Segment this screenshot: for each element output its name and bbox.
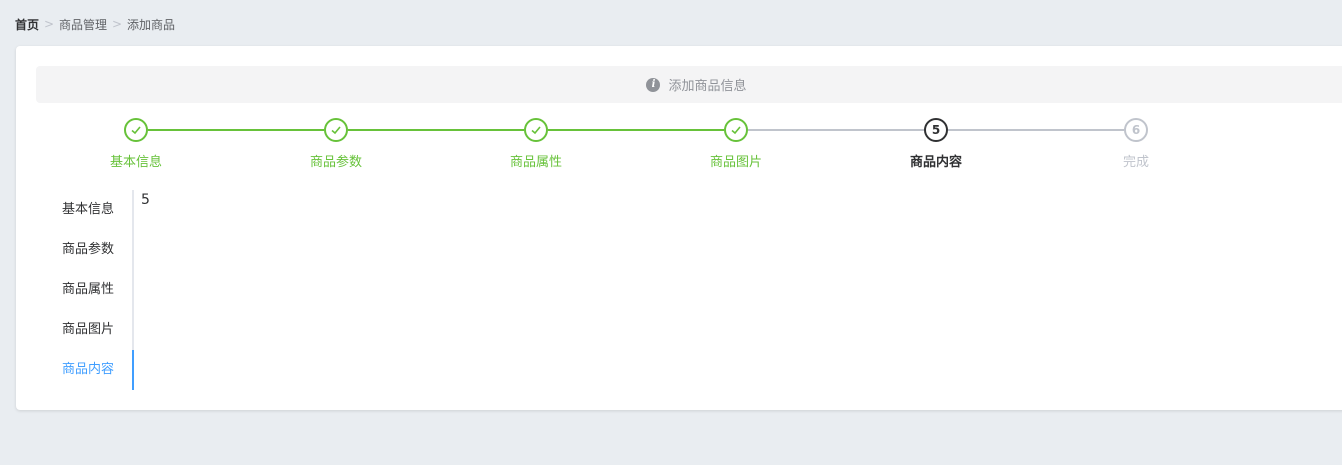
step-title: 商品图片 (709, 155, 762, 170)
breadcrumb-home[interactable]: 首页 (15, 16, 39, 33)
chevron-right-icon: > (43, 17, 55, 31)
vertical-tabs: 基本信息 商品参数 商品属性 商品图片 商品内容 (36, 190, 134, 390)
step-goods-params: 商品参数 (276, 118, 396, 170)
info-alert: i 添加商品信息 (36, 66, 1342, 103)
alert-text: 添加商品信息 (668, 79, 747, 94)
step-title: 商品属性 (509, 155, 562, 170)
tab-content: 5 (141, 192, 150, 208)
step-title: 完成 (1122, 155, 1149, 170)
step-goods-images: 商品图片 (676, 118, 796, 170)
check-icon (724, 118, 748, 142)
step-goods-content: 5 商品内容 (876, 118, 996, 170)
check-icon (524, 118, 548, 142)
step-title: 基本信息 (109, 155, 162, 170)
chevron-right-icon: > (112, 17, 123, 31)
step-number: 6 (1124, 118, 1148, 142)
tab-goods-attrs[interactable]: 商品属性 (36, 270, 132, 310)
breadcrumb-goods-management[interactable]: 商品管理 (59, 16, 107, 33)
tab-basic-info[interactable]: 基本信息 (36, 190, 132, 230)
tab-goods-content[interactable]: 商品内容 (36, 350, 134, 390)
step-basic-info: 基本信息 (76, 118, 196, 170)
step-title: 商品参数 (309, 155, 362, 170)
step-finish: 6 完成 (1076, 118, 1196, 170)
info-icon: i (646, 77, 661, 92)
check-icon (124, 118, 148, 142)
tab-goods-images[interactable]: 商品图片 (36, 310, 132, 350)
main-card: i 添加商品信息 基本信息 商品参数 商品属性 商品图片 5 商品内容 6 完成… (16, 46, 1342, 410)
step-title: 商品内容 (909, 155, 962, 170)
steps-bar: 基本信息 商品参数 商品属性 商品图片 5 商品内容 6 完成 (16, 118, 1342, 178)
breadcrumb: 首页 > 商品管理 > 添加商品 (15, 15, 175, 33)
breadcrumb-add-goods: 添加商品 (127, 17, 176, 32)
check-icon (324, 118, 348, 142)
step-goods-attrs: 商品属性 (476, 118, 596, 170)
step-number: 5 (924, 118, 948, 142)
tab-goods-params[interactable]: 商品参数 (36, 230, 132, 270)
